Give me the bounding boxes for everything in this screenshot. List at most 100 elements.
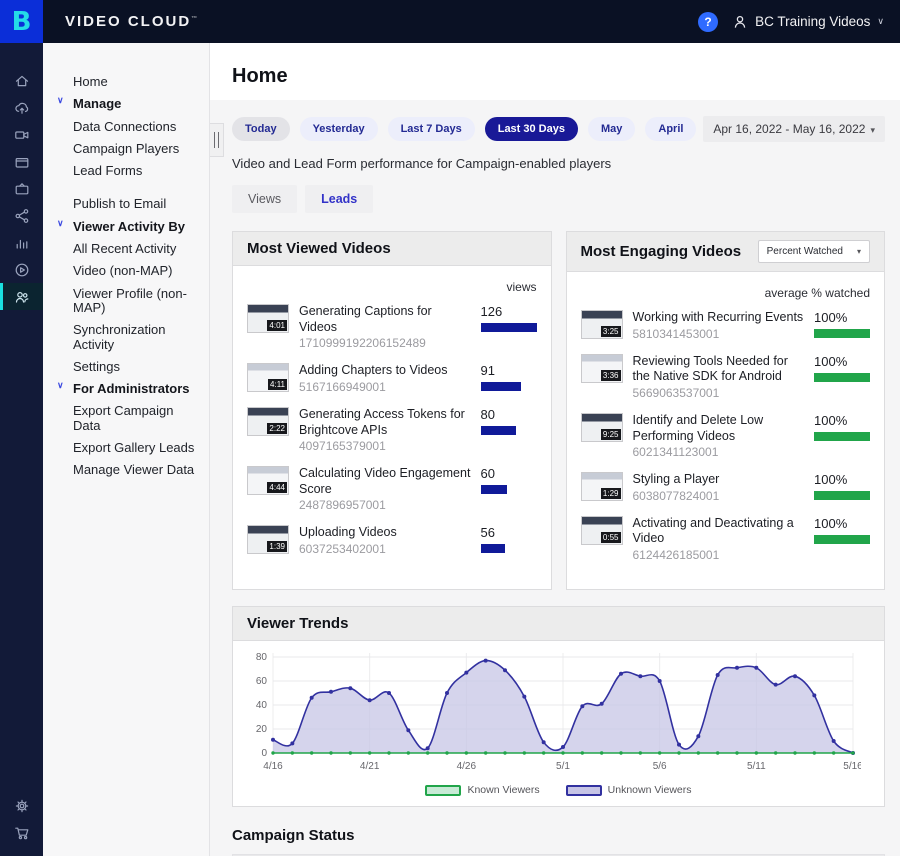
- sidebar-item-for-administrators[interactable]: ∨For Administrators: [73, 378, 201, 400]
- video-row[interactable]: 1:29Styling a Player6038077824001100%: [581, 472, 871, 503]
- rail-play-circle-icon[interactable]: [0, 256, 43, 283]
- sidebar-item-label: Campaign Players: [73, 141, 179, 156]
- play-circle-icon: [14, 262, 30, 278]
- video-row[interactable]: 2:22Generating Access Tokens for Brightc…: [247, 407, 537, 453]
- legend-swatch: [425, 785, 461, 796]
- most-viewed-title: Most Viewed Videos: [247, 240, 391, 257]
- video-row[interactable]: 4:11Adding Chapters to Videos51671669490…: [247, 363, 537, 394]
- most-engaging-card: Most Engaging Videos Percent Watched▾ av…: [566, 231, 886, 590]
- help-button[interactable]: ?: [698, 12, 718, 32]
- rail-people-icon[interactable]: [0, 283, 43, 310]
- tv-icon: [14, 181, 30, 197]
- filter-yesterday[interactable]: Yesterday: [300, 117, 378, 141]
- account-menu[interactable]: BC Training Videos ∨: [732, 14, 884, 30]
- legend-label: Unknown Viewers: [608, 784, 692, 796]
- engagement-metric-select[interactable]: Percent Watched▾: [758, 240, 870, 263]
- rail-analytics-icon[interactable]: [0, 229, 43, 256]
- legend-label: Known Viewers: [467, 784, 539, 796]
- sidebar-item-label: For Administrators: [73, 381, 190, 396]
- filter-last-30-days[interactable]: Last 30 Days: [485, 117, 578, 141]
- topbar: B VIDEO CLOUD™ ? BC Training Videos ∨: [0, 0, 900, 43]
- rail-cart-icon[interactable]: [0, 819, 43, 846]
- rail-gear-icon[interactable]: [0, 792, 43, 819]
- rail-tv-icon[interactable]: [0, 175, 43, 202]
- tab-views[interactable]: Views: [232, 185, 297, 213]
- video-id: 6124426185001: [633, 548, 805, 562]
- page-title: Home: [232, 65, 900, 88]
- rail-upload-icon[interactable]: [0, 94, 43, 121]
- video-row[interactable]: 1:39Uploading Videos603725340200156: [247, 525, 537, 556]
- video-title: Working with Recurring Events: [633, 310, 805, 326]
- date-filter-pills: Today Yesterday Last 7 Days Last 30 Days May…: [232, 117, 696, 141]
- rail-video-camera-icon[interactable]: [0, 121, 43, 148]
- rail-media-library-icon[interactable]: [0, 148, 43, 175]
- video-row[interactable]: 9:25Identify and Delete Low Performing V…: [581, 413, 871, 459]
- share-icon: [14, 208, 30, 224]
- video-id: 1710999192206152489: [299, 336, 471, 350]
- svg-text:5/6: 5/6: [653, 761, 667, 772]
- caret-down-icon: ▾: [857, 247, 861, 256]
- rail-home-icon[interactable]: [0, 67, 43, 94]
- sidebar-item-viewer-activity-by[interactable]: ∨Viewer Activity By: [73, 216, 201, 238]
- video-thumbnail: 0:55: [581, 516, 623, 545]
- metric-bar: [814, 535, 870, 544]
- date-range-picker[interactable]: Apr 16, 2022 - May 16, 2022▾: [703, 116, 885, 142]
- sidebar-collapse-handle[interactable]: [210, 123, 224, 157]
- trademark-mark: ™: [191, 16, 197, 22]
- sidebar-item-viewer-profile-non-map[interactable]: Viewer Profile (non-MAP): [73, 283, 201, 320]
- views-column-label: views: [247, 280, 537, 294]
- video-title: Activating and Deactivating a Video: [633, 516, 805, 547]
- sidebar-item-synchronization-activity[interactable]: Synchronization Activity: [73, 319, 201, 356]
- video-thumbnail: 3:36: [581, 354, 623, 383]
- video-row[interactable]: 3:25Working with Recurring Events5810341…: [581, 310, 871, 341]
- duration-badge: 3:25: [601, 326, 621, 337]
- sidebar-item-manage[interactable]: ∨Manage: [73, 93, 201, 115]
- video-thumbnail: 4:11: [247, 363, 289, 392]
- sidebar-item-label: Video (non-MAP): [73, 263, 172, 278]
- video-row[interactable]: 4:01Generating Captions for Videos171099…: [247, 304, 537, 350]
- svg-text:0: 0: [261, 748, 267, 759]
- sidebar-item-label: Publish to Email: [73, 196, 166, 211]
- legend-unknown-viewers[interactable]: Unknown Viewers: [566, 784, 692, 796]
- metric-value: 91: [481, 363, 537, 378]
- sidebar-item-manage-viewer-data[interactable]: Manage Viewer Data: [73, 459, 201, 481]
- filter-today[interactable]: Today: [232, 117, 290, 141]
- sidebar-item-lead-forms[interactable]: Lead Forms: [73, 160, 201, 182]
- sidebar: Home∨ManageData Connections Campaign Play…: [43, 43, 210, 856]
- tab-leads[interactable]: Leads: [305, 185, 373, 213]
- metric-bar: [481, 485, 508, 494]
- rail-share-icon[interactable]: [0, 202, 43, 229]
- analytics-icon: [14, 235, 30, 251]
- sidebar-item-campaign-players[interactable]: Campaign Players: [73, 138, 201, 160]
- dashboard-subtitle: Video and Lead Form performance for Camp…: [232, 156, 885, 171]
- sidebar-item-publish-to-email[interactable]: Publish to Email: [73, 193, 201, 215]
- sidebar-item-home[interactable]: Home: [73, 71, 201, 93]
- svg-text:20: 20: [256, 724, 268, 735]
- brightcove-logo[interactable]: B: [0, 0, 43, 43]
- most-engaging-list: 3:25Working with Recurring Events5810341…: [581, 310, 871, 562]
- video-row[interactable]: 4:44Calculating Video Engagement Score24…: [247, 466, 537, 512]
- metric-bar: [481, 382, 521, 391]
- sidebar-item-settings[interactable]: Settings: [73, 356, 201, 378]
- metric-tabs: Views Leads: [232, 185, 885, 213]
- video-row[interactable]: 3:36Reviewing Tools Needed for the Nativ…: [581, 354, 871, 400]
- sidebar-item-data-connections[interactable]: Data Connections: [73, 116, 201, 138]
- video-title: Generating Access Tokens for Brightcove …: [299, 407, 471, 438]
- home-icon: [14, 73, 30, 89]
- filter-last-7-days[interactable]: Last 7 Days: [388, 117, 475, 141]
- filter-april[interactable]: April: [645, 117, 696, 141]
- video-row[interactable]: 0:55 Activating and Deactivating a Video6…: [581, 516, 871, 562]
- chevron-down-icon: ∨: [877, 16, 884, 27]
- video-title: Styling a Player: [633, 472, 805, 488]
- sidebar-item-export-campaign-data[interactable]: Export Campaign Data: [73, 400, 201, 437]
- sidebar-item-all-recent-activity[interactable]: All Recent Activity: [73, 238, 201, 260]
- svg-text:5/16: 5/16: [843, 761, 861, 772]
- metric-value: 126: [481, 304, 537, 319]
- sidebar-item-video-non-map[interactable]: Video (non-MAP): [73, 260, 201, 282]
- video-thumbnail: 9:25: [581, 413, 623, 442]
- filter-may[interactable]: May: [588, 117, 635, 141]
- legend-known-viewers[interactable]: Known Viewers: [425, 784, 539, 796]
- campaign-status-title: Campaign Status: [232, 827, 885, 844]
- sidebar-item-export-gallery-leads[interactable]: Export Gallery Leads: [73, 437, 201, 459]
- video-id: 6038077824001: [633, 489, 805, 503]
